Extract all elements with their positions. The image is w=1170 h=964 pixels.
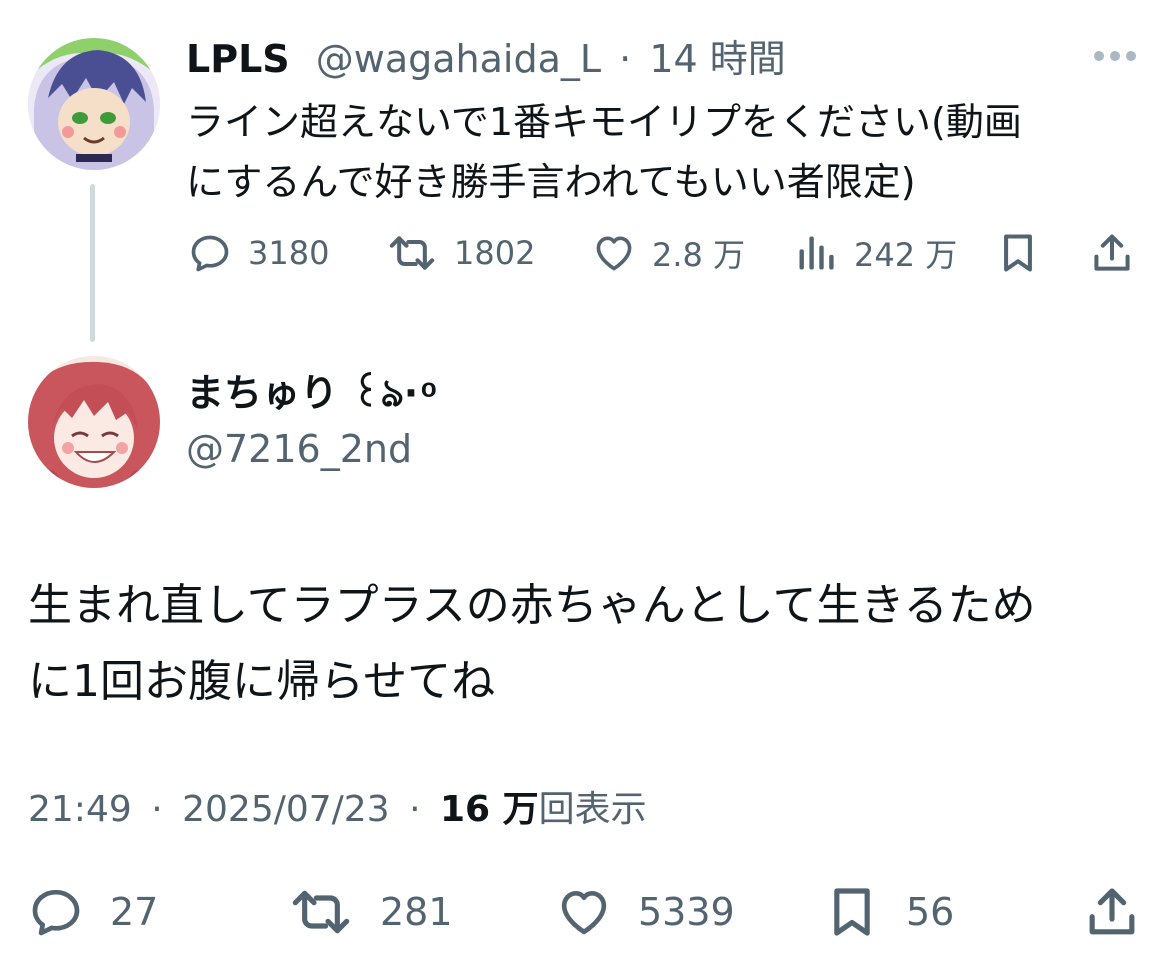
parent-time-ago[interactable]: 14 時間 xyxy=(649,37,785,81)
meta-separator: · xyxy=(409,789,421,830)
meta-separator: · xyxy=(151,789,163,830)
bar-chart-icon xyxy=(794,231,838,275)
repost-arrows-icon xyxy=(288,884,354,940)
parent-author-avatar[interactable] xyxy=(28,38,160,170)
thread-connector-line xyxy=(90,184,95,342)
parent-tweet-text: ライン超えないで1番キモイリプをください(動画 にするんで好き勝手言われてもいい… xyxy=(186,92,1136,212)
more-dots-icon[interactable] xyxy=(1092,44,1138,68)
parent-like-count: 2.8 万 xyxy=(652,236,746,274)
reply-reply-button[interactable]: 27 xyxy=(28,882,158,942)
bookmark-icon xyxy=(996,231,1040,275)
reply-time[interactable]: 21:49 xyxy=(28,789,132,830)
speech-bubble-icon xyxy=(28,884,84,940)
parent-reply-count: 3180 xyxy=(248,234,330,272)
parent-repost-count: 1802 xyxy=(454,234,536,272)
parent-like-button[interactable]: 2.8 万 xyxy=(592,228,745,278)
share-upload-icon xyxy=(1090,231,1134,275)
reply-date[interactable]: 2025/07/23 xyxy=(182,789,390,830)
speech-bubble-icon xyxy=(188,231,232,275)
reply-bookmark-count: 56 xyxy=(906,890,955,934)
parent-tweet-header: LPLS @wagahaida_L · 14 時間 xyxy=(186,34,786,84)
parent-bookmark-button[interactable] xyxy=(996,228,1040,278)
reply-like-button[interactable]: 5339 xyxy=(556,882,735,942)
parent-repost-button[interactable]: 1802 xyxy=(386,228,535,278)
parent-views-button[interactable]: 242 万 xyxy=(794,228,957,278)
parent-reply-button[interactable]: 3180 xyxy=(188,228,329,278)
reply-share-button[interactable] xyxy=(1084,882,1140,942)
parent-text-line: にするんで好き勝手言われてもいい者限定) xyxy=(186,160,916,204)
reply-views-label: 回表示 xyxy=(538,789,647,830)
reply-views-count: 16 万 xyxy=(439,789,539,830)
heart-icon xyxy=(592,231,636,275)
parent-author-handle[interactable]: @wagahaida_L xyxy=(316,37,601,81)
share-upload-icon xyxy=(1084,884,1140,940)
reply-bookmark-button[interactable]: 56 xyxy=(824,882,954,942)
parent-text-line: ライン超えないで1番キモイリプをください(動画 xyxy=(186,100,1022,144)
repost-arrows-icon xyxy=(386,231,438,275)
reply-text-line: 生まれ直してラプラスの赤ちゃんとして生きるため xyxy=(28,580,1036,631)
reply-author-handle[interactable]: @7216_2nd xyxy=(186,424,412,474)
reply-text-line: に1回お腹に帰らせてね xyxy=(28,656,496,707)
reply-author-avatar[interactable] xyxy=(28,356,160,488)
reply-like-count: 5339 xyxy=(638,890,735,934)
reply-tweet-text: 生まれ直してラプラスの赤ちゃんとして生きるため に1回お腹に帰らせてね xyxy=(28,568,1138,720)
parent-views-count: 242 万 xyxy=(854,236,958,274)
reply-repost-button[interactable]: 281 xyxy=(288,882,453,942)
parent-share-button[interactable] xyxy=(1090,228,1134,278)
reply-repost-count: 281 xyxy=(380,890,453,934)
reply-author-name[interactable]: まちゅり ꒰ঌ· ͦ xyxy=(186,368,429,418)
bookmark-icon xyxy=(824,884,880,940)
heart-icon xyxy=(556,884,612,940)
reply-timestamp-row: 21:49 · 2025/07/23 · 16 万回表示 xyxy=(28,786,647,834)
parent-author-name[interactable]: LPLS xyxy=(186,37,290,81)
reply-reply-count: 27 xyxy=(110,890,159,934)
header-separator: · xyxy=(619,37,632,81)
